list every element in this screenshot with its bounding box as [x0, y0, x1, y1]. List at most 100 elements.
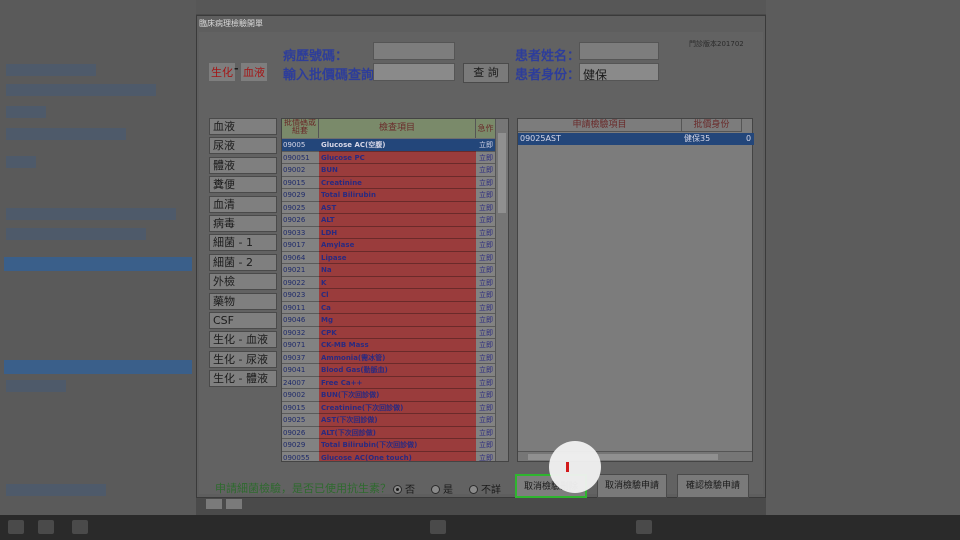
grid-cell-flag: 立即 — [476, 139, 496, 152]
grid-row[interactable]: 09033 LDH 立即 — [282, 226, 496, 239]
grid-row[interactable]: 09025 AST(下次回診做) 立即 — [282, 414, 496, 427]
grid-row[interactable]: 09023 Cl 立即 — [282, 289, 496, 302]
grid-cell-flag: 立即 — [476, 426, 496, 439]
grid-row[interactable]: 09015 Creatinine(下次回診做) 立即 — [282, 401, 496, 414]
category-button[interactable]: 血液 — [209, 118, 277, 135]
scrollbar-thumb[interactable] — [498, 133, 506, 213]
tag-separator: - — [234, 62, 239, 75]
grid-cell-code: 09002 — [282, 389, 319, 402]
grid-row[interactable]: 090055 Glucose AC(One touch) 立即 — [282, 451, 496, 461]
grid-cell-code: 09037 — [282, 351, 319, 364]
category-button[interactable]: CSF — [209, 311, 277, 329]
batch-query-input[interactable] — [373, 63, 455, 81]
category-button[interactable]: 病毒 — [209, 214, 277, 232]
grid-row[interactable]: 09011 Ca 立即 — [282, 301, 496, 314]
category-button[interactable]: 細菌 - 2 — [209, 253, 277, 271]
radio-dot[interactable] — [393, 485, 402, 494]
category-list: 血液 尿液 體液 糞便 血清 病毒 細菌 - 1 細菌 - 2 外檢 藥物 CS… — [209, 118, 279, 389]
start-icon[interactable] — [8, 520, 24, 534]
grid-cell-name: Cl — [319, 289, 476, 302]
grid-cell-flag: 立即 — [476, 189, 496, 202]
taskbar-app-icon[interactable] — [72, 520, 88, 534]
category-button[interactable]: 尿液 — [209, 137, 277, 155]
grid-cell-flag: 立即 — [476, 201, 496, 214]
category-button[interactable]: 外檢 — [209, 273, 277, 291]
grid-header-code[interactable]: 批價碼或組套 — [282, 119, 319, 138]
grid-row[interactable]: 09032 CPK 立即 — [282, 326, 496, 339]
grid-header-urgent[interactable]: 急作 — [476, 119, 496, 138]
taskbar-app-icon[interactable] — [38, 520, 54, 534]
status-box[interactable] — [205, 498, 223, 510]
request-header-identity[interactable]: 批價身份 — [682, 119, 742, 132]
grid-cell-flag: 立即 — [476, 376, 496, 389]
grid-cell-flag: 立即 — [476, 314, 496, 327]
grid-row[interactable]: 09041 Blood Gas(動脈血) 立即 — [282, 364, 496, 377]
grid-cell-name: Free Ca++ — [319, 376, 476, 389]
grid-cell-name: Lipase — [319, 251, 476, 264]
radio-yes[interactable]: 是 — [431, 481, 453, 496]
patient-name-field[interactable] — [579, 42, 659, 60]
antibiotic-question: 申請細菌檢驗，是否已使用抗生素？ — [215, 482, 391, 495]
grid-cell-code: 09002 — [282, 164, 319, 177]
query-button[interactable]: 查 詢 — [463, 63, 509, 83]
grid-row[interactable]: 09064 Lipase 立即 — [282, 251, 496, 264]
grid-vertical-scrollbar[interactable] — [495, 119, 508, 461]
grid-row[interactable]: 09071 CK-MB Mass 立即 — [282, 339, 496, 352]
taskbar-app-icon[interactable] — [430, 520, 446, 534]
radio-dot[interactable] — [469, 485, 478, 494]
chart-no-field[interactable] — [373, 42, 455, 60]
radio-unknown[interactable]: 不詳 — [469, 481, 501, 496]
grid-cell-flag: 立即 — [476, 264, 496, 277]
category-button[interactable]: 血清 — [209, 195, 277, 213]
confirm-request-button[interactable]: 確認檢驗申請 — [677, 474, 749, 498]
request-extra: 0 — [746, 134, 752, 143]
grid-row[interactable]: 09022 K 立即 — [282, 276, 496, 289]
grid-cell-name: ALT — [319, 214, 476, 227]
grid-row[interactable]: 09037 Ammonia(需冰管) 立即 — [282, 351, 496, 364]
grid-row[interactable]: 24007 Free Ca++ 立即 — [282, 376, 496, 389]
cancel-request-button[interactable]: 取消檢驗申請 — [597, 474, 667, 498]
test-item-grid[interactable]: 批價碼或組套 檢查項目 急作 09005 Glucose AC(空腹) 立即 0900… — [281, 118, 509, 462]
grid-row[interactable]: 09029 Total Bilirubin 立即 — [282, 189, 496, 202]
grid-row[interactable]: 09025 AST 立即 — [282, 201, 496, 214]
grid-cell-code: 09046 — [282, 314, 319, 327]
grid-row[interactable]: 09026 ALT(下次回診做) 立即 — [282, 426, 496, 439]
category-button[interactable]: 細菌 - 1 — [209, 234, 277, 252]
patient-identity-field[interactable]: 健保 — [579, 63, 659, 82]
grid-row[interactable]: 09046 Mg 立即 — [282, 314, 496, 327]
grid-row[interactable]: 09017 Amylase 立即 — [282, 239, 496, 252]
radio-no[interactable]: 否 — [393, 481, 415, 496]
grid-cell-code: 09015 — [282, 401, 319, 414]
category-button[interactable]: 糞便 — [209, 176, 277, 194]
grid-cell-flag: 立即 — [476, 251, 496, 264]
grid-row[interactable]: 09005 Glucose AC(空腹) 立即 — [282, 139, 496, 152]
category-button[interactable]: 藥物 — [209, 292, 277, 310]
grid-cell-flag: 立即 — [476, 301, 496, 314]
taskbar-app-icon[interactable] — [636, 520, 652, 534]
grid-row[interactable]: 09002 BUN(下次回診做) 立即 — [282, 389, 496, 402]
grid-cell-flag: 立即 — [476, 439, 496, 452]
dialog-title: 臨床病理檢驗開單 — [199, 19, 263, 28]
grid-cell-name: AST — [319, 201, 476, 214]
category-button[interactable]: 生化 - 體液 — [209, 370, 277, 388]
request-row[interactable]: 09025AST 健保35 0 — [518, 133, 754, 145]
request-header-item[interactable]: 申請檢驗項目 — [518, 119, 682, 132]
grid-row[interactable]: 09021 Na 立即 — [282, 264, 496, 277]
grid-row[interactable]: 090051 Glucose PC 立即 — [282, 151, 496, 164]
grid-cell-name: LDH — [319, 226, 476, 239]
category-button[interactable]: 生化 - 尿液 — [209, 350, 277, 368]
grid-row[interactable]: 09002 BUN 立即 — [282, 164, 496, 177]
status-box[interactable] — [225, 498, 243, 510]
grid-cell-flag: 立即 — [476, 289, 496, 302]
radio-dot[interactable] — [431, 485, 440, 494]
category-button[interactable]: 生化 - 血液 — [209, 331, 277, 349]
request-list[interactable]: 申請檢驗項目 批價身份 09025AST 健保35 0 — [517, 118, 754, 462]
request-identity: 健保35 — [684, 134, 711, 143]
grid-cell-code: 09064 — [282, 251, 319, 264]
grid-row[interactable]: 09026 ALT 立即 — [282, 214, 496, 227]
grid-header-item[interactable]: 檢查項目 — [319, 119, 476, 138]
grid-cell-code: 09021 — [282, 264, 319, 277]
grid-row[interactable]: 09015 Creatinine 立即 — [282, 176, 496, 189]
category-button[interactable]: 體液 — [209, 156, 277, 174]
grid-row[interactable]: 09029 Total Bilirubin(下次回診做) 立即 — [282, 439, 496, 452]
